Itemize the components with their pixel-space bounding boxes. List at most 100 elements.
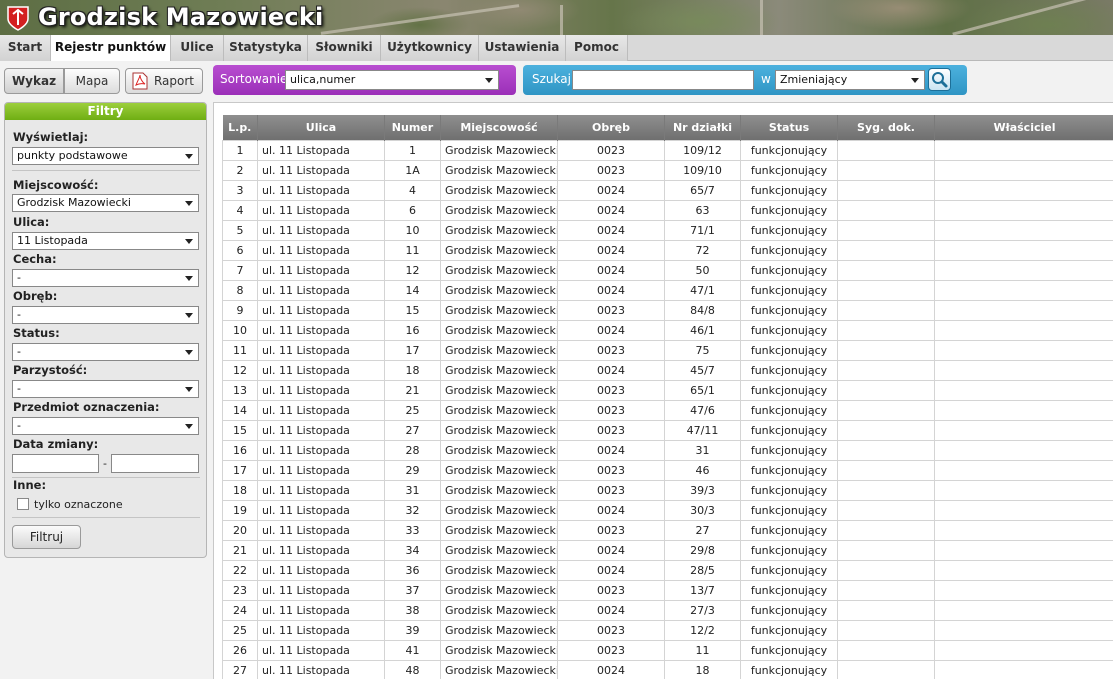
cell-doc-sig (837, 259, 935, 281)
cell-doc-sig (837, 379, 935, 401)
tab-pomoc[interactable]: Pomoc (566, 35, 628, 61)
search-input[interactable] (572, 70, 754, 90)
table-row[interactable]: 11 ul. 11 Listopada 17 Grodzisk Mazowiecki 0… (222, 339, 1113, 361)
cell-street: ul. 11 Listopada (257, 479, 385, 501)
table-row[interactable]: 8 ul. 11 Listopada 14 Grodzisk Mazowiecki 00… (222, 279, 1113, 301)
cell-doc-sig (837, 459, 935, 481)
cell-status: funkcjonujący (740, 559, 838, 581)
map-view-button[interactable]: Mapa (64, 68, 120, 94)
table-row[interactable]: 14 ul. 11 Listopada 25 Grodzisk Mazowiecki 0… (222, 399, 1113, 421)
table-row[interactable]: 12 ul. 11 Listopada 18 Grodzisk Mazowiecki 0… (222, 359, 1113, 381)
table-row[interactable]: 21 ul. 11 Listopada 34 Grodzisk Mazowiecki 0… (222, 539, 1113, 561)
cell-lp: 1 (222, 139, 258, 161)
table-row[interactable]: 2 ul. 11 Listopada 1A Grodzisk Mazowiecki 00… (222, 159, 1113, 181)
cell-precinct: 0024 (557, 559, 665, 581)
header-locality[interactable]: Miejscowość (440, 115, 558, 140)
tab-start[interactable]: Start (0, 35, 51, 61)
table-row[interactable]: 19 ul. 11 Listopada 32 Grodzisk Mazowiecki 0… (222, 499, 1113, 521)
cell-doc-sig (837, 619, 935, 641)
header-precinct[interactable]: Obręb (557, 115, 665, 140)
subject-select[interactable]: - (12, 417, 199, 435)
cell-status: funkcjonujący (740, 359, 838, 381)
table-row[interactable]: 4 ul. 11 Listopada 6 Grodzisk Mazowiecki 002… (222, 199, 1113, 221)
cell-parcel: 27/3 (664, 599, 741, 621)
tab-uzytkownicy[interactable]: Użytkownicy (381, 35, 479, 61)
table-row[interactable]: 15 ul. 11 Listopada 27 Grodzisk Mazowiecki 0… (222, 419, 1113, 441)
feature-select[interactable]: - (12, 269, 199, 287)
cell-lp: 27 (222, 659, 258, 679)
header-owner[interactable]: Właściciel (934, 115, 1113, 140)
table-row[interactable]: 6 ul. 11 Listopada 11 Grodzisk Mazowiecki 00… (222, 239, 1113, 261)
list-view-button[interactable]: Wykaz (4, 68, 64, 94)
sort-select[interactable]: ulica,numer (285, 70, 499, 90)
header-lp[interactable]: L.p. (222, 115, 258, 140)
table-row[interactable]: 27 ul. 11 Listopada 48 Grodzisk Mazowiecki 0… (222, 659, 1113, 679)
cell-locality: Grodzisk Mazowiecki (440, 359, 558, 381)
cell-locality: Grodzisk Mazowiecki (440, 259, 558, 281)
table-row[interactable]: 17 ul. 11 Listopada 29 Grodzisk Mazowiecki 0… (222, 459, 1113, 481)
cell-doc-sig (837, 359, 935, 381)
table-row[interactable]: 7 ul. 11 Listopada 12 Grodzisk Mazowiecki 00… (222, 259, 1113, 281)
cell-parcel: 28/5 (664, 559, 741, 581)
search-field-select[interactable]: Zmieniający (775, 70, 925, 90)
parity-select[interactable]: - (12, 380, 199, 398)
header-number[interactable]: Numer (384, 115, 441, 140)
precinct-select[interactable]: - (12, 306, 199, 324)
tab-slowniki[interactable]: Słowniki (308, 35, 381, 61)
locality-select[interactable]: Grodzisk Mazowiecki (12, 194, 199, 212)
table-row[interactable]: 24 ul. 11 Listopada 38 Grodzisk Mazowiecki 0… (222, 599, 1113, 621)
table-row[interactable]: 13 ul. 11 Listopada 21 Grodzisk Mazowiecki 0… (222, 379, 1113, 401)
header-parcel[interactable]: Nr działki (664, 115, 741, 140)
table-row[interactable]: 22 ul. 11 Listopada 36 Grodzisk Mazowiecki 0… (222, 559, 1113, 581)
header-status[interactable]: Status (740, 115, 838, 140)
cell-doc-sig (837, 219, 935, 241)
cell-street: ul. 11 Listopada (257, 319, 385, 341)
cell-number: 28 (384, 439, 441, 461)
tab-statystyka[interactable]: Statystyka (224, 35, 308, 61)
table-row[interactable]: 23 ul. 11 Listopada 37 Grodzisk Mazowiecki 0… (222, 579, 1113, 601)
date-to-input[interactable] (111, 454, 199, 473)
cell-doc-sig (837, 159, 935, 181)
table-row[interactable]: 10 ul. 11 Listopada 16 Grodzisk Mazowiecki 0… (222, 319, 1113, 341)
header-doc-sig[interactable]: Syg. dok. (837, 115, 935, 140)
cell-precinct: 0024 (557, 359, 665, 381)
date-from-input[interactable] (12, 454, 99, 473)
table-row[interactable]: 26 ul. 11 Listopada 41 Grodzisk Mazowiecki 0… (222, 639, 1113, 661)
city-emblem-icon[interactable] (6, 5, 30, 31)
parity-label: Parzystość: (13, 363, 88, 377)
table-row[interactable]: 9 ul. 11 Listopada 15 Grodzisk Mazowiecki 00… (222, 299, 1113, 321)
search-button[interactable] (928, 68, 951, 91)
header-street[interactable]: Ulica (257, 115, 385, 140)
app-title[interactable]: Grodzisk Mazowiecki (38, 3, 323, 31)
cell-parcel: 109/12 (664, 139, 741, 161)
cell-status: funkcjonujący (740, 299, 838, 321)
display-select[interactable]: punkty podstawowe (12, 147, 199, 165)
cell-parcel: 84/8 (664, 299, 741, 321)
street-select[interactable]: 11 Listopada (12, 232, 199, 250)
table-row[interactable]: 18 ul. 11 Listopada 31 Grodzisk Mazowiecki 0… (222, 479, 1113, 501)
cell-owner (934, 639, 1113, 661)
table-row[interactable]: 16 ul. 11 Listopada 28 Grodzisk Mazowiecki 0… (222, 439, 1113, 461)
table-row[interactable]: 3 ul. 11 Listopada 4 Grodzisk Mazowiecki 002… (222, 179, 1113, 201)
cell-precinct: 0024 (557, 319, 665, 341)
status-select[interactable]: - (12, 343, 199, 361)
filter-button[interactable]: Filtruj (12, 525, 81, 549)
table-row[interactable]: 5 ul. 11 Listopada 10 Grodzisk Mazowiecki 00… (222, 219, 1113, 241)
cell-parcel: 50 (664, 259, 741, 281)
tab-ustawienia[interactable]: Ustawienia (479, 35, 566, 61)
cell-status: funkcjonujący (740, 199, 838, 221)
only-marked-checkbox[interactable] (17, 498, 29, 510)
table-row[interactable]: 20 ul. 11 Listopada 33 Grodzisk Mazowiecki 0… (222, 519, 1113, 541)
tab-rejestr-punktow[interactable]: Rejestr punktów (51, 35, 171, 61)
cell-parcel: 46 (664, 459, 741, 481)
tab-ulice[interactable]: Ulice (171, 35, 224, 61)
cell-doc-sig (837, 499, 935, 521)
table-row[interactable]: 1 ul. 11 Listopada 1 Grodzisk Mazowiecki 002… (222, 139, 1113, 161)
cell-precinct: 0023 (557, 459, 665, 481)
table-row[interactable]: 25 ul. 11 Listopada 39 Grodzisk Mazowiecki 0… (222, 619, 1113, 641)
precinct-label: Obręb: (13, 289, 58, 303)
cell-locality: Grodzisk Mazowiecki (440, 139, 558, 161)
cell-number: 27 (384, 419, 441, 441)
report-button[interactable]: Raport (125, 68, 203, 94)
cell-parcel: 65/7 (664, 179, 741, 201)
